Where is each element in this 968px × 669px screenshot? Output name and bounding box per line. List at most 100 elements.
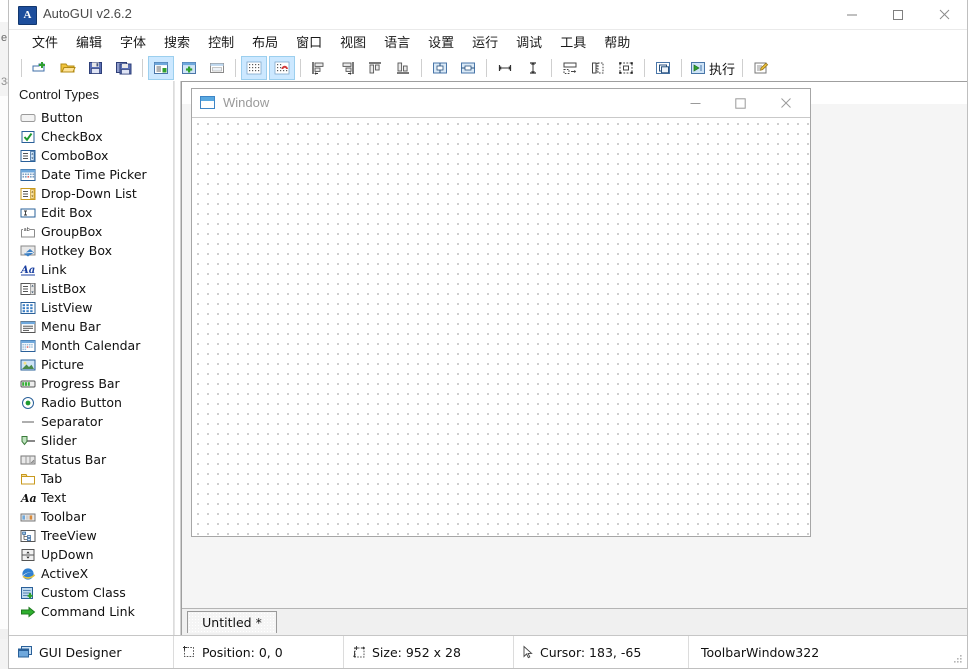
control-type-listbox[interactable]: ListBox [15,279,173,298]
datetimepicker-icon [19,167,36,182]
menu-item-8[interactable]: 语言 [375,30,419,53]
design-form-minimize-button[interactable] [673,89,718,117]
design-form-titlebar[interactable]: Window [192,89,810,117]
control-type-groupbox[interactable]: abGroupBox [15,222,173,241]
menu-item-7[interactable]: 视图 [331,30,375,53]
panel-splitter[interactable] [174,81,181,635]
control-type-edit-box[interactable]: Edit Box [15,203,173,222]
control-type-progress-bar[interactable]: Progress Bar [15,374,173,393]
control-type-listview[interactable]: ListView [15,298,173,317]
document-tabstrip: Untitled * [182,608,967,635]
gui-designer-icon [17,645,33,659]
design-form-window[interactable]: Window [191,88,811,537]
control-type-label: Tab [41,471,62,486]
hotkeybox-icon [19,243,36,258]
designer-canvas[interactable]: Window [181,81,967,635]
control-type-label: Menu Bar [41,319,101,334]
control-type-treeview[interactable]: TreeView [15,526,173,545]
design-form-maximize-button[interactable] [718,89,763,117]
snap-to-grid-icon[interactable] [269,56,295,80]
control-type-text[interactable]: AaText [15,488,173,507]
size-to-grid-icon[interactable] [613,56,639,80]
resize-grip[interactable] [952,653,964,665]
control-types-title: Control Types [9,81,173,108]
control-type-activex[interactable]: ActiveX [15,564,173,583]
same-height-icon[interactable] [520,56,546,80]
control-type-date-time-picker[interactable]: Date Time Picker [15,165,173,184]
center-vertical-icon[interactable] [455,56,481,80]
duplicate-icon[interactable] [650,56,676,80]
space-vertical-icon[interactable] [585,56,611,80]
menu-item-9[interactable]: 设置 [419,30,463,53]
control-type-separator[interactable]: Separator [15,412,173,431]
control-type-hotkey-box[interactable]: Hotkey Box [15,241,173,260]
show-properties-icon[interactable] [148,56,174,80]
run-button[interactable]: 执行 [686,56,738,80]
tab-untitled-label: Untitled * [202,615,262,630]
align-top-icon[interactable] [362,56,388,80]
control-type-toolbar[interactable]: Toolbar [15,507,173,526]
menu-item-0[interactable]: 文件 [23,30,67,53]
menu-item-12[interactable]: 工具 [551,30,595,53]
control-type-combobox[interactable]: ComboBox [15,146,173,165]
new-file-icon[interactable] [27,56,53,80]
control-type-updown[interactable]: UpDown [15,545,173,564]
align-left-icon[interactable] [306,56,332,80]
control-type-label: TreeView [41,528,97,543]
menu-item-13[interactable]: 帮助 [595,30,639,53]
treeview-icon [19,528,36,543]
show-grid-icon[interactable] [241,56,267,80]
control-type-radio-button[interactable]: Radio Button [15,393,173,412]
menu-item-2[interactable]: 字体 [111,30,155,53]
align-right-icon[interactable] [334,56,360,80]
control-type-label: Progress Bar [41,376,120,391]
save-icon[interactable] [83,56,109,80]
menu-item-10[interactable]: 运行 [463,30,507,53]
space-horizontal-icon[interactable] [557,56,583,80]
menu-item-11[interactable]: 调试 [507,30,551,53]
design-form-close-button[interactable] [763,89,808,117]
align-bottom-icon[interactable] [390,56,416,80]
control-type-label: Radio Button [41,395,122,410]
control-type-label: GroupBox [41,224,102,239]
control-type-custom-class[interactable]: Custom Class [15,583,173,602]
commandlink-icon [19,604,36,619]
window-preview-icon[interactable] [204,56,230,80]
control-type-command-link[interactable]: Command Link [15,602,173,621]
tab-untitled[interactable]: Untitled * [187,611,277,633]
save-as-icon[interactable] [111,56,137,80]
menu-item-3[interactable]: 搜索 [155,30,199,53]
control-type-tab[interactable]: Tab [15,469,173,488]
status-cursor: Cursor: 183, -65 [514,636,689,668]
design-grid[interactable] [192,117,810,536]
control-type-month-calendar[interactable]: Month Calendar [15,336,173,355]
control-type-picture[interactable]: Picture [15,355,173,374]
control-type-status-bar[interactable]: Status Bar [15,450,173,469]
control-type-button[interactable]: Button [15,108,173,127]
checkbox-icon [19,129,36,144]
edit-script-icon[interactable] [748,56,774,80]
control-type-slider[interactable]: Slider [15,431,173,450]
control-type-checkbox[interactable]: CheckBox [15,127,173,146]
same-width-icon[interactable] [492,56,518,80]
add-control-icon[interactable] [176,56,202,80]
control-type-link[interactable]: AaLink [15,260,173,279]
minimize-button[interactable] [829,0,875,29]
open-folder-icon[interactable] [55,56,81,80]
control-type-label: Command Link [41,604,135,619]
center-horizontal-icon[interactable] [427,56,453,80]
listview-icon [19,300,36,315]
status-control-class-text: ToolbarWindow322 [701,645,819,660]
close-button[interactable] [921,0,967,29]
control-type-menu-bar[interactable]: Menu Bar [15,317,173,336]
menu-item-4[interactable]: 控制 [199,30,243,53]
maximize-button[interactable] [875,0,921,29]
menu-item-5[interactable]: 布局 [243,30,287,53]
control-type-drop-down-list[interactable]: Drop-Down List [15,184,173,203]
toolbar-icon [19,509,36,524]
menu-item-1[interactable]: 编辑 [67,30,111,53]
control-type-label: ListBox [41,281,86,296]
status-mode: GUI Designer [9,636,174,668]
menu-item-6[interactable]: 窗口 [287,30,331,53]
status-cursor-text: Cursor: 183, -65 [540,645,641,660]
